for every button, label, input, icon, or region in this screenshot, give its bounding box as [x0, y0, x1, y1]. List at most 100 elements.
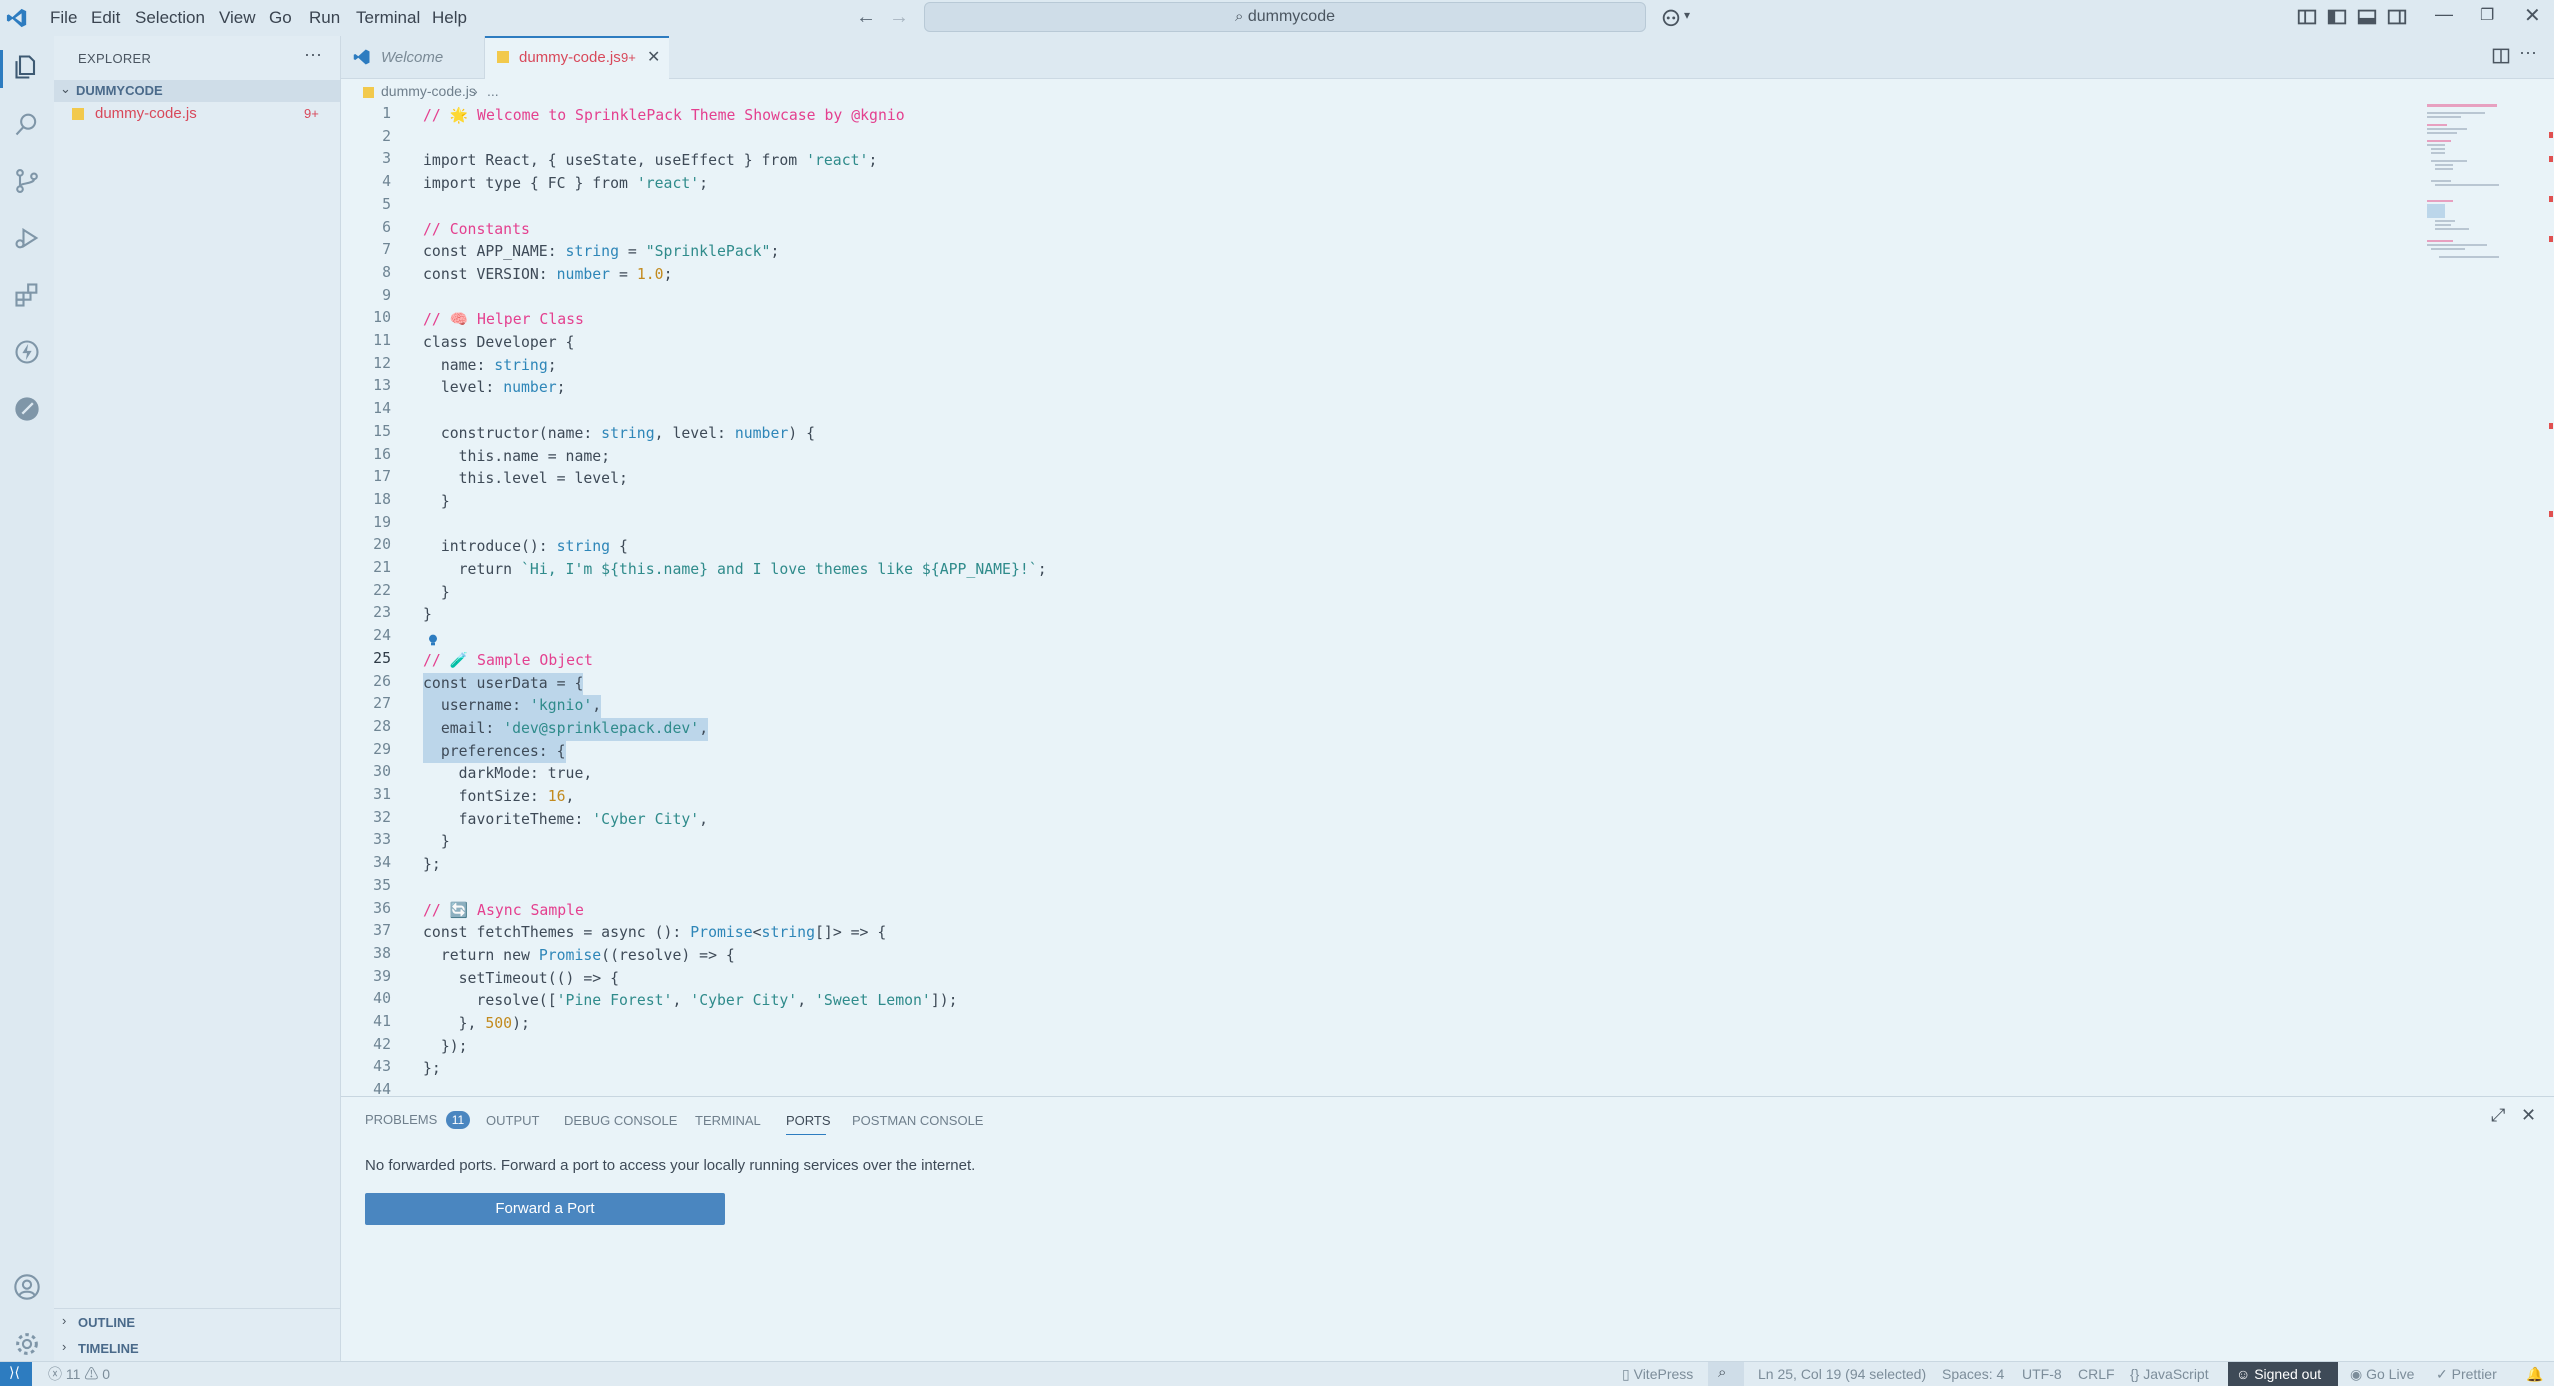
code-line[interactable]: const APP_NAME: string = "SprinklePack"; — [423, 241, 779, 264]
code-line[interactable]: import React, { useState, useEffect } fr… — [423, 150, 877, 173]
code-line[interactable]: darkMode: true, — [423, 763, 593, 786]
code-line[interactable]: fontSize: 16, — [423, 786, 575, 809]
code-line[interactable]: }; — [423, 1058, 441, 1081]
breadcrumb-file[interactable]: dummy-code.js — [381, 83, 476, 99]
run-debug-icon[interactable] — [13, 224, 41, 252]
breadcrumb-symbol[interactable]: ... — [487, 83, 499, 99]
code-line[interactable]: constructor(name: string, level: number)… — [423, 423, 815, 446]
line-ending[interactable]: CRLF — [2078, 1362, 2115, 1386]
source-control-icon[interactable] — [13, 167, 41, 195]
split-editor-icon[interactable] — [2491, 46, 2511, 66]
zoom-status[interactable]: ⌕ — [1708, 1362, 1744, 1386]
minimap[interactable] — [2427, 104, 2551, 284]
menu-terminal[interactable]: Terminal — [356, 0, 420, 36]
toggle-primary-sidebar-icon[interactable] — [2326, 6, 2348, 28]
close-window-icon[interactable]: ✕ — [2524, 3, 2541, 28]
code-line[interactable]: } — [423, 604, 432, 627]
code-line[interactable]: const VERSION: number = 1.0; — [423, 264, 672, 287]
code-line[interactable]: name: string; — [423, 355, 557, 378]
code-line[interactable]: const userData = { — [423, 672, 584, 696]
account-icon[interactable] — [13, 1273, 41, 1301]
extensions-icon[interactable] — [13, 281, 41, 309]
menu-selection[interactable]: Selection — [135, 0, 205, 36]
code-line[interactable]: this.name = name; — [423, 446, 610, 469]
code-line[interactable]: preferences: { — [423, 740, 566, 764]
code-line[interactable]: import type { FC } from 'react'; — [423, 173, 708, 196]
outline-section[interactable]: › OUTLINE — [54, 1310, 340, 1334]
account-status[interactable]: ☺ Signed out — [2228, 1362, 2338, 1386]
menu-file[interactable]: File — [50, 0, 77, 36]
tab-welcome[interactable]: Welcome — [341, 36, 485, 78]
code-body[interactable]: // 🌟 Welcome to SprinklePack Theme Showc… — [423, 105, 2503, 1095]
explorer-files-icon[interactable] — [13, 53, 41, 81]
notifications-bell-icon[interactable]: 🔔 — [2526, 1362, 2543, 1386]
command-center-search[interactable]: ⌕ dummycode — [924, 2, 1646, 32]
thunder-client-icon[interactable] — [13, 338, 41, 366]
chevron-down-icon[interactable]: ▾ — [1684, 8, 1690, 22]
code-line[interactable]: return new Promise((resolve) => { — [423, 945, 735, 968]
code-line[interactable]: // 🔄 Async Sample — [423, 900, 584, 923]
cursor-position[interactable]: Ln 25, Col 19 (94 selected) — [1758, 1362, 1926, 1386]
menu-run[interactable]: Run — [309, 0, 340, 36]
code-line[interactable]: // 🌟 Welcome to SprinklePack Theme Showc… — [423, 105, 905, 128]
lightbulb-icon[interactable] — [425, 632, 441, 648]
menu-help[interactable]: Help — [432, 0, 467, 36]
back-arrow-icon[interactable]: ← — [856, 6, 876, 29]
tab-problems[interactable]: PROBLEMS 11 — [365, 1111, 471, 1133]
code-line[interactable]: email: 'dev@sprinklepack.dev', — [423, 717, 709, 741]
timeline-section[interactable]: › TIMELINE — [54, 1336, 340, 1360]
tab-output[interactable]: OUTPUT — [486, 1113, 539, 1128]
close-panel-icon[interactable]: ✕ — [2521, 1105, 2536, 1126]
copilot-icon[interactable] — [1660, 6, 1682, 28]
code-line[interactable]: }; — [423, 854, 441, 877]
code-line[interactable]: // 🧠 Helper Class — [423, 309, 584, 332]
more-actions-icon[interactable]: ··· — [304, 44, 322, 65]
toggle-panel-icon[interactable] — [2356, 6, 2378, 28]
code-line[interactable]: return `Hi, I'm ${this.name} and I love … — [423, 559, 1047, 582]
code-line[interactable]: // 🧪 Sample Object — [423, 649, 593, 673]
code-line[interactable]: } — [423, 491, 450, 514]
indentation[interactable]: Spaces: 4 — [1942, 1362, 2004, 1386]
code-line[interactable]: username: 'kgnio', — [423, 695, 602, 718]
code-line[interactable]: }); — [423, 1036, 468, 1059]
code-line[interactable]: level: number; — [423, 377, 566, 400]
menu-edit[interactable]: Edit — [91, 0, 120, 36]
language-mode[interactable]: {} JavaScript — [2130, 1362, 2209, 1386]
go-live-button[interactable]: ◉ Go Live — [2350, 1362, 2414, 1386]
minimize-icon[interactable]: — — [2435, 4, 2453, 25]
problems-status[interactable]: ⓧ 11 ⚠ 0 — [48, 1362, 110, 1386]
postman-icon[interactable] — [13, 395, 41, 423]
more-actions-icon[interactable]: ··· — [2519, 42, 2537, 63]
tab-terminal[interactable]: TERMINAL — [695, 1113, 761, 1128]
close-tab-icon[interactable]: ✕ — [647, 47, 660, 67]
encoding[interactable]: UTF-8 — [2022, 1362, 2062, 1386]
code-line[interactable]: favoriteTheme: 'Cyber City', — [423, 809, 708, 832]
maximize-panel-icon[interactable]: ⤢ — [2491, 1105, 2505, 1126]
vitepress-status[interactable]: ▯ VitePress — [1622, 1362, 1693, 1386]
folder-header[interactable]: ⌄ DUMMYCODE — [54, 80, 340, 102]
restore-icon[interactable]: ❐ — [2480, 5, 2494, 25]
code-line[interactable]: const fetchThemes = async (): Promise<st… — [423, 922, 886, 945]
toggle-secondary-sidebar-icon[interactable] — [2386, 6, 2408, 28]
file-item-dummy-code[interactable]: dummy-code.js 9+ — [54, 103, 340, 125]
search-icon[interactable] — [13, 110, 41, 138]
code-line[interactable]: class Developer { — [423, 332, 574, 355]
code-line[interactable]: } — [423, 831, 450, 854]
code-line[interactable]: } — [423, 582, 450, 605]
forward-port-button[interactable]: Forward a Port — [365, 1193, 725, 1225]
code-line[interactable]: resolve(['Pine Forest', 'Cyber City', 'S… — [423, 990, 957, 1013]
prettier-status[interactable]: ✓ Prettier — [2436, 1362, 2497, 1386]
menu-go[interactable]: Go — [269, 0, 292, 36]
forward-arrow-icon[interactable]: → — [889, 6, 909, 29]
code-line[interactable]: }, 500); — [423, 1013, 530, 1036]
menu-view[interactable]: View — [219, 0, 256, 36]
code-line[interactable]: setTimeout(() => { — [423, 968, 619, 991]
tab-debug-console[interactable]: DEBUG CONSOLE — [564, 1113, 677, 1128]
customize-layout-icon[interactable] — [2296, 6, 2318, 28]
remote-indicator[interactable]: ⟩⟨ — [0, 1362, 32, 1386]
code-line[interactable]: introduce(): string { — [423, 536, 628, 559]
tab-dummy-code[interactable]: dummy-code.js 9+ ✕ — [485, 36, 669, 79]
tab-postman-console[interactable]: POSTMAN CONSOLE — [852, 1113, 983, 1128]
gear-icon[interactable] — [13, 1330, 41, 1358]
code-line[interactable]: // Constants — [423, 219, 530, 242]
